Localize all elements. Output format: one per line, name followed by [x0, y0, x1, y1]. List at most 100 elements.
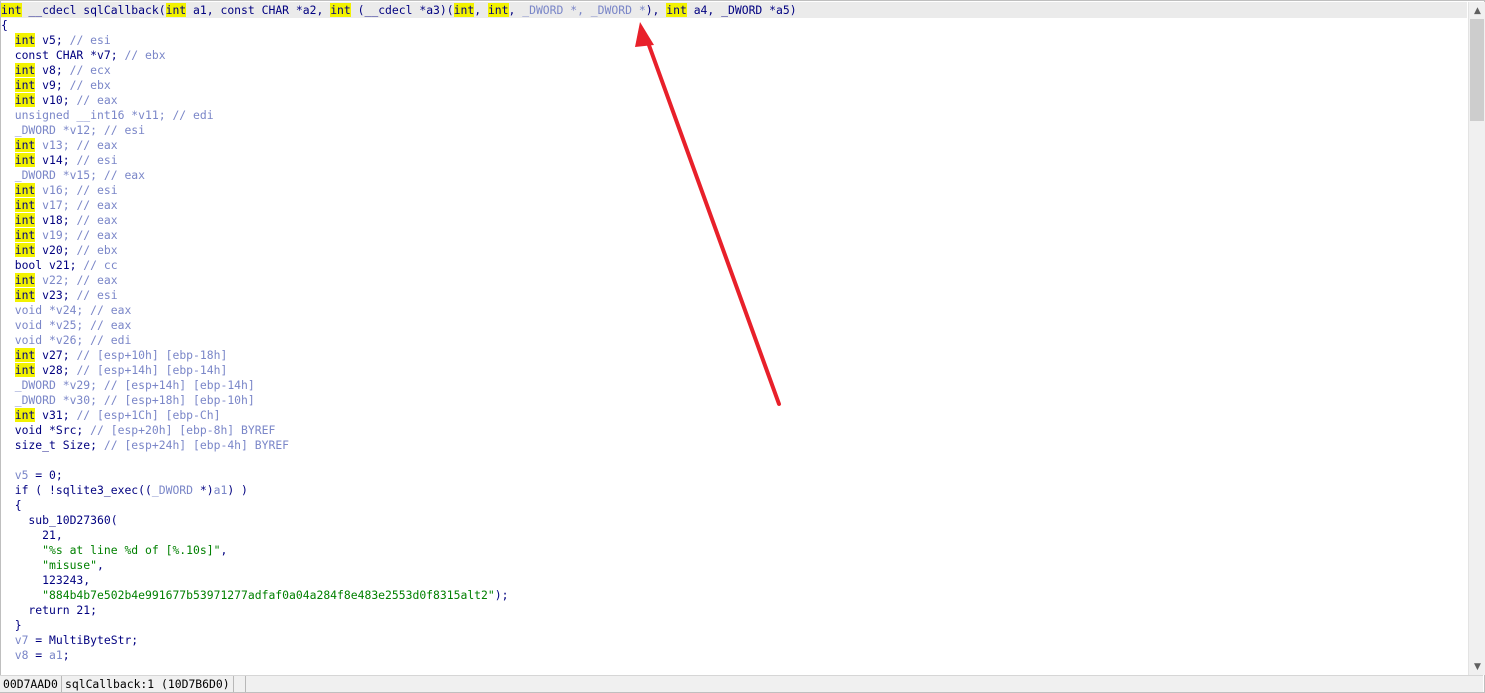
- scroll-down-icon[interactable]: ▼: [1469, 658, 1485, 675]
- code-comment: // eax: [76, 198, 118, 212]
- code-line[interactable]: v7 = MultiByteStr;: [1, 633, 138, 648]
- code-line[interactable]: void *v25; // eax: [1, 318, 132, 333]
- code-comment: // [esp+14h] [ebp-14h]: [76, 363, 228, 377]
- code-line[interactable]: int v14; // esi: [1, 153, 118, 168]
- code-comment: // esi: [76, 153, 118, 167]
- code-token: = MultiByteStr;: [28, 633, 139, 647]
- scroll-thumb[interactable]: [1470, 19, 1484, 121]
- code-line[interactable]: if ( !sqlite3_exec((_DWORD *)a1) ): [1, 483, 248, 498]
- code-line[interactable]: }: [1, 618, 22, 633]
- code-line[interactable]: int v20; // ebx: [1, 243, 118, 258]
- code-comment: // esi: [69, 33, 111, 47]
- code-line[interactable]: const CHAR *v7; // ebx: [1, 48, 166, 63]
- status-address: 00D7AAD0: [3, 676, 62, 692]
- code-token: v31;: [35, 408, 77, 422]
- code-token: ,: [508, 3, 523, 17]
- code-comment: // ebx: [124, 48, 166, 62]
- code-comment: // edi: [90, 333, 132, 347]
- code-token: size_t Size;: [1, 438, 104, 452]
- code-line[interactable]: {: [1, 498, 22, 513]
- code-comment: // eax: [90, 303, 132, 317]
- code-line[interactable]: return 21;: [1, 603, 97, 618]
- code-line[interactable]: int v5; // esi: [1, 33, 111, 48]
- code-line[interactable]: int v22; // eax: [1, 273, 118, 288]
- code-line[interactable]: int v10; // eax: [1, 93, 118, 108]
- code-line[interactable]: _DWORD *v30; // [esp+18h] [ebp-10h]: [1, 393, 255, 408]
- code-line[interactable]: bool v21; // cc: [1, 258, 118, 273]
- code-line[interactable]: int v17; // eax: [1, 198, 118, 213]
- code-line[interactable]: int v18; // eax: [1, 213, 118, 228]
- code-line[interactable]: int __cdecl sqlCallback(int a1, const CH…: [1, 3, 797, 18]
- code-comment: // eax: [90, 318, 132, 332]
- code-line[interactable]: "%s at line %d of [%.10s]",: [1, 543, 227, 558]
- scroll-up-icon[interactable]: ▲: [1469, 2, 1485, 19]
- highlighted-keyword: int: [330, 3, 351, 17]
- string-literal: "misuse": [1, 558, 98, 572]
- code-comment: // cc: [83, 258, 118, 272]
- code-comment: // eax: [76, 213, 118, 227]
- code-token: __cdecl sqlCallback(: [21, 3, 166, 17]
- vertical-scrollbar[interactable]: ▲ ▼: [1468, 2, 1485, 675]
- code-line[interactable]: int v9; // ebx: [1, 78, 111, 93]
- code-comment: // eax: [76, 228, 118, 242]
- code-line[interactable]: void *v26; // edi: [1, 333, 132, 348]
- code-token: void *v25;: [1, 318, 91, 332]
- code-line[interactable]: sub_10D27360(: [1, 513, 118, 528]
- code-comment: // [esp+1Ch] [ebp-Ch]: [76, 408, 221, 422]
- code-line[interactable]: _DWORD *v29; // [esp+14h] [ebp-14h]: [1, 378, 255, 393]
- highlighted-keyword: int: [14, 63, 36, 77]
- pseudocode-view[interactable]: int __cdecl sqlCallback(int a1, const CH…: [1, 2, 1467, 675]
- highlighted-keyword: int: [14, 213, 36, 227]
- code-token: _DWORD *v30;: [1, 393, 104, 407]
- code-token: v22;: [35, 273, 77, 287]
- highlighted-keyword: int: [14, 33, 36, 47]
- code-token: a4, _DWORD *a5): [686, 3, 797, 17]
- code-token: ) ): [227, 483, 248, 497]
- code-line[interactable]: int v16; // esi: [1, 183, 118, 198]
- code-line[interactable]: "misuse",: [1, 558, 104, 573]
- code-line[interactable]: {: [1, 18, 8, 33]
- code-token: _DWORD *, _DWORD *: [522, 3, 646, 17]
- code-token: sub_10D27360(: [1, 513, 118, 527]
- code-token: v7: [1, 633, 29, 647]
- code-line[interactable]: _DWORD *v15; // eax: [1, 168, 145, 183]
- highlighted-keyword: int: [453, 3, 475, 17]
- code-line[interactable]: v5 = 0;: [1, 468, 63, 483]
- code-token: v19;: [35, 228, 77, 242]
- status-bar: 00D7AAD0 sqlCallback:1 (10D7B6D0): [0, 675, 1483, 692]
- code-token: v23;: [35, 288, 77, 302]
- code-line[interactable]: 21,: [1, 528, 63, 543]
- code-token: unsigned __int16 *v11;: [1, 108, 173, 122]
- code-line[interactable]: int v31; // [esp+1Ch] [ebp-Ch]: [1, 408, 220, 423]
- code-token: v5;: [35, 33, 70, 47]
- code-line[interactable]: int v23; // esi: [1, 288, 118, 303]
- code-token: {: [1, 498, 22, 512]
- code-line[interactable]: int v13; // eax: [1, 138, 118, 153]
- code-line[interactable]: v8 = a1;: [1, 648, 70, 663]
- code-line[interactable]: int v8; // ecx: [1, 63, 111, 78]
- code-line[interactable]: _DWORD *v12; // esi: [1, 123, 145, 138]
- code-token: = 0;: [28, 468, 63, 482]
- code-token: bool v21;: [1, 258, 84, 272]
- code-comment: // eax: [103, 168, 146, 182]
- highlighted-keyword: int: [14, 408, 36, 422]
- code-line[interactable]: int v27; // [esp+10h] [ebp-18h]: [1, 348, 227, 363]
- code-line[interactable]: "884b4b7e502b4e991677b53971277adfaf0a04a…: [1, 588, 508, 603]
- code-line[interactable]: size_t Size; // [esp+24h] [ebp-4h] BYREF: [1, 438, 289, 453]
- code-token: v8: [1, 648, 29, 662]
- code-line[interactable]: void *Src; // [esp+20h] [ebp-8h] BYREF: [1, 423, 276, 438]
- code-line[interactable]: 123243,: [1, 573, 90, 588]
- code-token: const CHAR *v7;: [1, 48, 125, 62]
- code-line[interactable]: unsigned __int16 *v11; // edi: [1, 108, 214, 123]
- code-line[interactable]: int v28; // [esp+14h] [ebp-14h]: [1, 363, 227, 378]
- code-line[interactable]: void *v24; // eax: [1, 303, 132, 318]
- code-token: void *Src;: [1, 423, 91, 437]
- code-line[interactable]: int v19; // eax: [1, 228, 118, 243]
- highlighted-keyword: int: [487, 3, 509, 17]
- code-comment: // eax: [76, 93, 118, 107]
- highlighted-keyword: int: [666, 3, 687, 17]
